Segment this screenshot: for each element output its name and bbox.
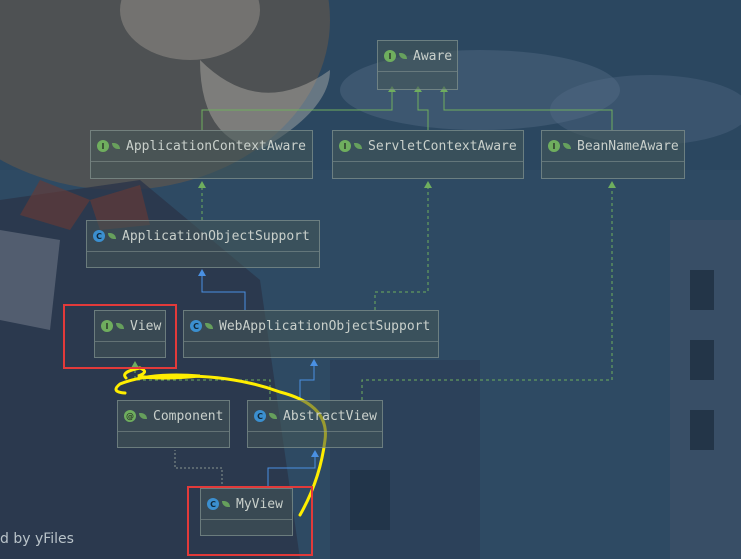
interface-icon: I	[384, 50, 396, 62]
node-abstract-view[interactable]: C AbstractView	[247, 400, 383, 448]
node-label: ServletContextAware	[368, 138, 517, 154]
annotation-icon: @	[124, 410, 136, 422]
node-label: ApplicationContextAware	[126, 138, 307, 154]
class-icon: C	[190, 320, 202, 332]
leaf-icon	[108, 233, 116, 239]
watermark-text: d by yFiles	[0, 531, 74, 547]
node-label: AbstractView	[283, 408, 377, 424]
node-web-application-object-support[interactable]: C WebApplicationObjectSupport	[183, 310, 439, 358]
interface-icon: I	[339, 140, 351, 152]
interface-icon: I	[548, 140, 560, 152]
node-aware[interactable]: I Aware	[377, 40, 458, 90]
class-icon: C	[93, 230, 105, 242]
node-servlet-context-aware[interactable]: I ServletContextAware	[332, 130, 524, 179]
node-application-object-support[interactable]: C ApplicationObjectSupport	[86, 220, 320, 268]
node-label: Aware	[413, 48, 453, 64]
class-icon: C	[254, 410, 266, 422]
background-artwork	[0, 0, 741, 559]
leaf-icon	[269, 413, 277, 419]
highlight-box-myview	[187, 486, 313, 556]
leaf-icon	[354, 143, 362, 149]
node-bean-name-aware[interactable]: I BeanNameAware	[541, 130, 685, 179]
leaf-icon	[563, 143, 571, 149]
leaf-icon	[139, 413, 147, 419]
node-label: Component	[153, 408, 224, 424]
node-application-context-aware[interactable]: I ApplicationContextAware	[90, 130, 313, 179]
node-label: ApplicationObjectSupport	[122, 228, 310, 244]
node-label: WebApplicationObjectSupport	[219, 318, 431, 334]
interface-icon: I	[97, 140, 109, 152]
leaf-icon	[112, 143, 120, 149]
node-label: BeanNameAware	[577, 138, 679, 154]
highlight-box-view	[63, 304, 177, 369]
leaf-icon	[205, 323, 213, 329]
leaf-icon	[399, 53, 407, 59]
node-component[interactable]: @ Component	[117, 400, 230, 448]
